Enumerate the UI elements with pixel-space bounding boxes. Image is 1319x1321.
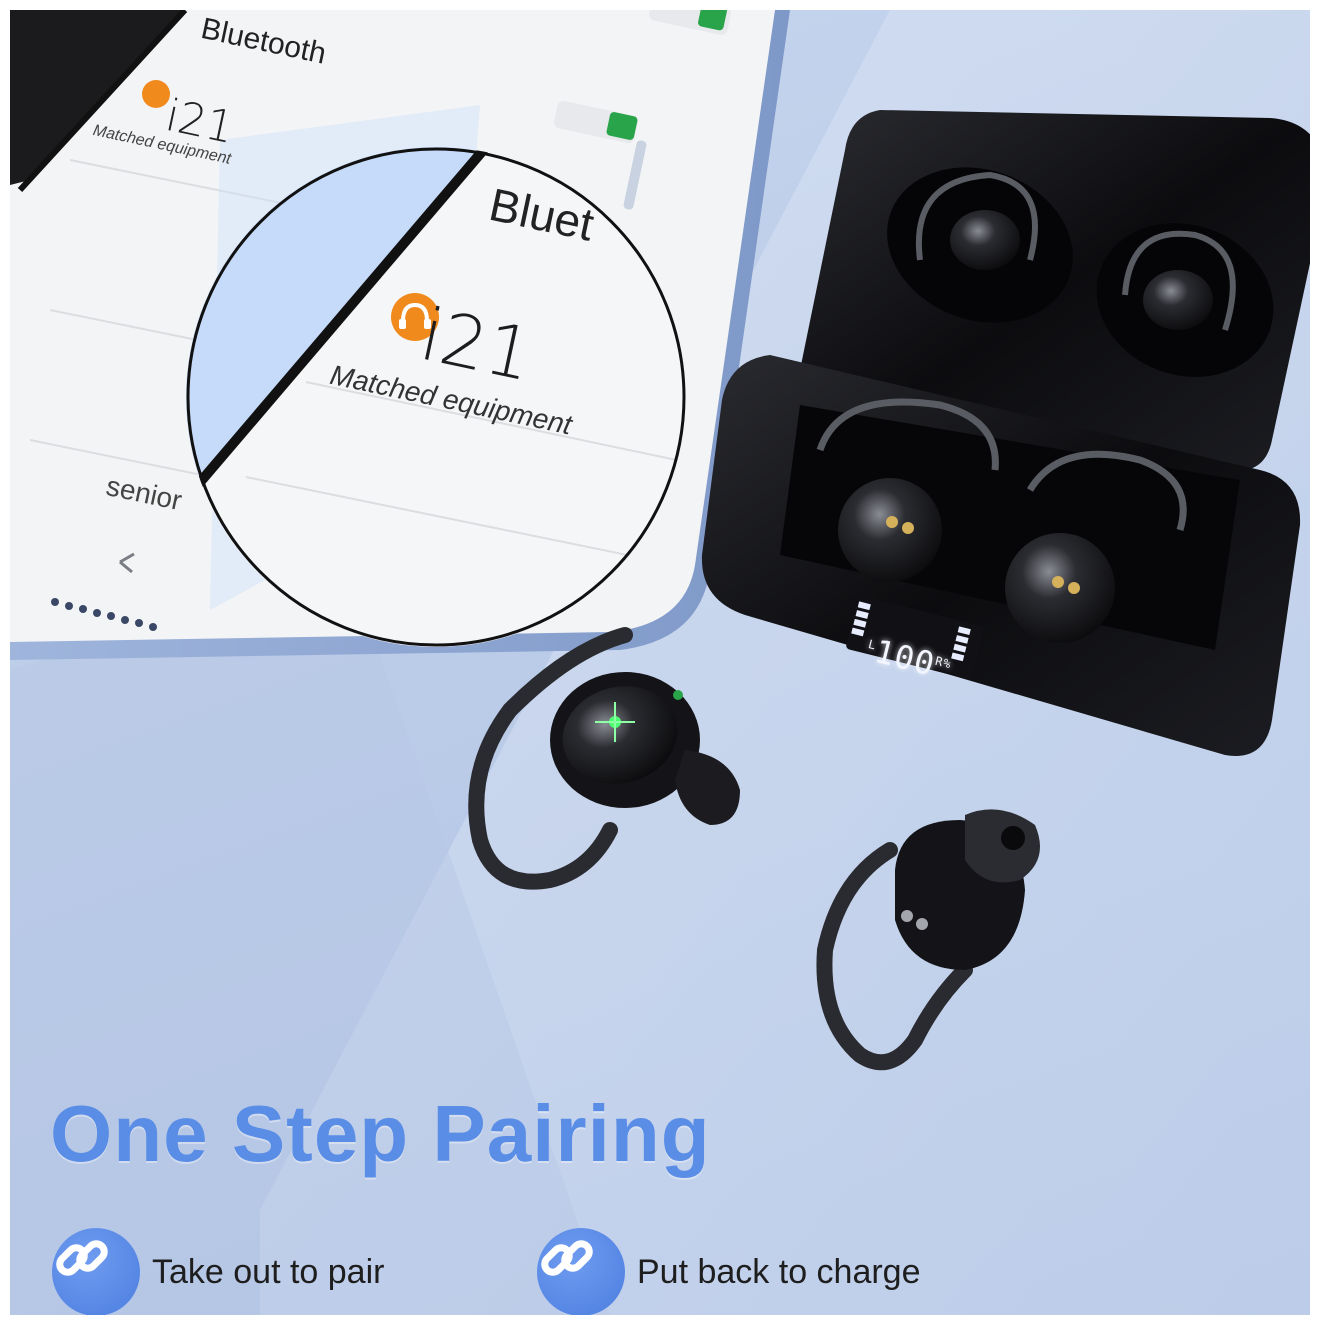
feature-take-out: Take out to pair: [52, 1228, 384, 1315]
magnifier-circle: Bluet i21 Matched equipment: [186, 147, 686, 647]
feature-put-back: Put back to charge: [537, 1228, 921, 1315]
feature-label: Put back to charge: [637, 1252, 921, 1291]
link-icon: [52, 1228, 140, 1315]
product-scene: Bluetooth i21 Matched equipment senior B…: [10, 10, 1310, 1315]
headline: One Step Pairing: [50, 1089, 711, 1178]
link-icon: [537, 1228, 625, 1315]
feature-label: Take out to pair: [152, 1252, 385, 1291]
